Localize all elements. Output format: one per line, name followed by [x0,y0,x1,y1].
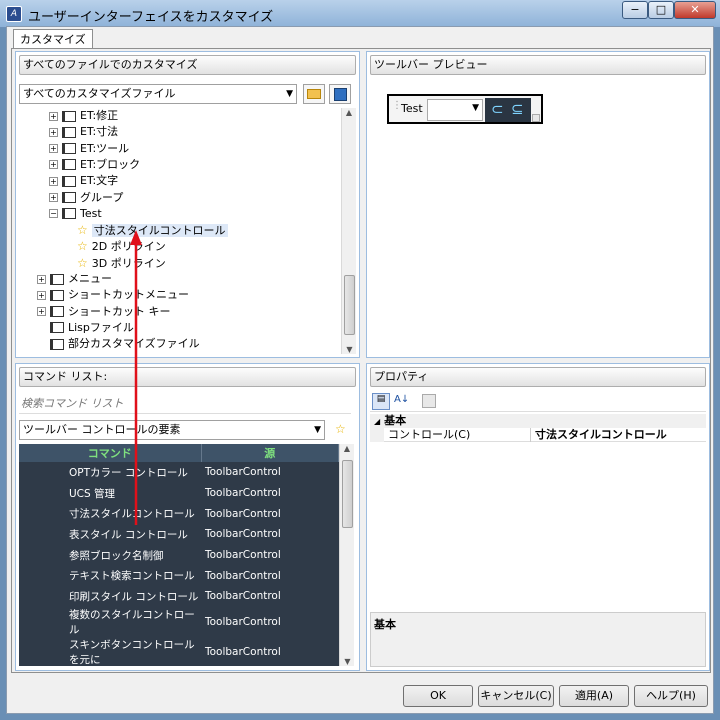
maximize-button[interactable]: □ [648,1,674,19]
cancel-button[interactable]: キャンセル(C) [478,685,554,707]
dialog-client: カスタマイズ すべてのファイルでのカスタマイズ すべてのカスタマイズファイル ▼… [6,26,714,714]
ok-button[interactable]: OK [403,685,473,707]
tab-page: すべてのファイルでのカスタマイズ すべてのカスタマイズファイル ▼ + ET:修正… [11,48,711,673]
window-title: ユーザーインターフェイスをカスタマイズ [28,10,274,25]
arrow-head [130,230,142,245]
close-button[interactable]: ✕ [674,1,716,19]
minimize-button[interactable]: − [622,1,648,19]
help-button[interactable]: ヘルプ(H) [634,685,708,707]
annotation-arrow [130,230,142,525]
tab-customize[interactable]: カスタマイズ [13,29,93,49]
app-icon: A [6,6,22,22]
apply-button[interactable]: 適用(A) [559,685,629,707]
title-bar: A ユーザーインターフェイスをカスタマイズ − □ ✕ [0,0,720,28]
